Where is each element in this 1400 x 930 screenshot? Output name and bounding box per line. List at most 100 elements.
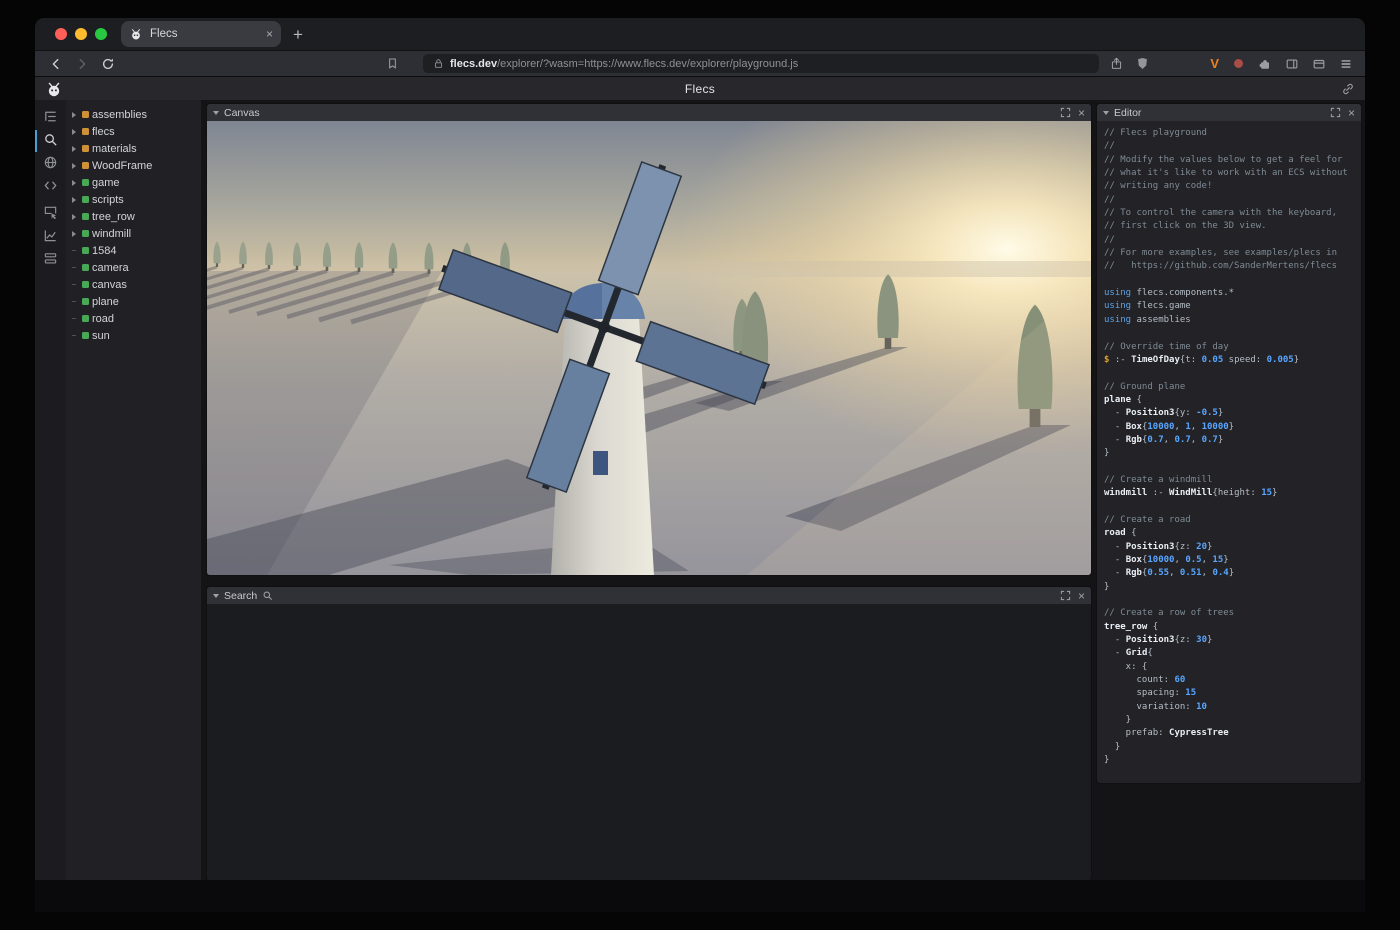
sidebar-item-code[interactable] bbox=[43, 178, 58, 193]
tree-item-flecs[interactable]: flecs bbox=[66, 123, 201, 140]
brave-vpn-button[interactable]: V bbox=[1210, 56, 1219, 71]
expand-caret-icon[interactable] bbox=[69, 212, 79, 222]
code-line bbox=[1104, 501, 1361, 514]
bookmark-icon[interactable] bbox=[383, 55, 401, 73]
expand-panel-icon[interactable] bbox=[1060, 107, 1071, 118]
window-controls bbox=[35, 28, 121, 40]
editor-panel-title: Editor bbox=[1114, 107, 1141, 119]
new-tab-button[interactable]: + bbox=[293, 26, 303, 43]
back-button[interactable] bbox=[47, 55, 65, 73]
close-panel-icon[interactable]: × bbox=[1078, 590, 1085, 602]
share-icon[interactable] bbox=[1107, 55, 1125, 73]
extension-badge-icon[interactable] bbox=[1232, 57, 1245, 70]
flecs-favicon bbox=[129, 27, 143, 41]
entity-square-icon bbox=[82, 298, 89, 305]
search-results-area[interactable] bbox=[207, 604, 1091, 880]
reload-button[interactable] bbox=[99, 55, 117, 73]
browser-tab-flecs[interactable]: Flecs × bbox=[121, 21, 281, 47]
menu-icon[interactable] bbox=[1339, 57, 1353, 71]
code-line: // Override time of day bbox=[1104, 341, 1361, 354]
collapse-caret-icon[interactable] bbox=[213, 594, 219, 598]
expand-caret-icon[interactable] bbox=[69, 127, 79, 137]
code-line: // bbox=[1104, 194, 1361, 207]
tree-item-label: windmill bbox=[92, 228, 131, 240]
code-line: } bbox=[1104, 581, 1361, 594]
code-line: - Position3{z: 20} bbox=[1104, 541, 1361, 554]
editor-code[interactable]: // Flecs playground//// Modify the value… bbox=[1097, 121, 1361, 768]
code-line: - Rgb{0.7, 0.7, 0.7} bbox=[1104, 434, 1361, 447]
module-square-icon bbox=[82, 162, 89, 169]
tab-bar: Flecs × + bbox=[35, 18, 1365, 50]
side-panel-icon[interactable] bbox=[1285, 57, 1299, 71]
tree-item-WoodFrame[interactable]: WoodFrame bbox=[66, 157, 201, 174]
leaf-dash-icon bbox=[69, 280, 79, 290]
code-line: // Create a row of trees bbox=[1104, 607, 1361, 620]
entity-square-icon bbox=[82, 315, 89, 322]
sidebar-item-world[interactable] bbox=[43, 155, 58, 170]
tree-item-label: tree_row bbox=[92, 211, 135, 223]
sidebar-item-inspector[interactable] bbox=[43, 205, 58, 220]
3d-viewport[interactable] bbox=[207, 121, 1091, 575]
tree-item-game[interactable]: game bbox=[66, 174, 201, 191]
tree-item-windmill[interactable]: windmill bbox=[66, 225, 201, 242]
code-line bbox=[1104, 367, 1361, 380]
expand-caret-icon[interactable] bbox=[69, 229, 79, 239]
desktop-background: Flecs × + bbox=[0, 0, 1400, 930]
code-line: variation: 10 bbox=[1104, 701, 1361, 714]
minimize-window-button[interactable] bbox=[75, 28, 87, 40]
extensions-icon[interactable] bbox=[1258, 57, 1272, 71]
wallet-icon[interactable] bbox=[1312, 57, 1326, 71]
code-line: road { bbox=[1104, 527, 1361, 540]
collapse-caret-icon[interactable] bbox=[1103, 111, 1109, 115]
code-line: windmill :- WindMill{height: 15} bbox=[1104, 487, 1361, 500]
code-line bbox=[1104, 327, 1361, 340]
tree-item-assemblies[interactable]: assemblies bbox=[66, 106, 201, 123]
close-panel-icon[interactable]: × bbox=[1078, 107, 1085, 119]
page-title: Flecs bbox=[35, 82, 1365, 96]
site-lock-icon bbox=[433, 58, 444, 69]
expand-panel-icon[interactable] bbox=[1060, 590, 1071, 601]
search-panel-header: Search × bbox=[207, 587, 1091, 604]
close-window-button[interactable] bbox=[55, 28, 67, 40]
expand-panel-icon[interactable] bbox=[1330, 107, 1341, 118]
tree-item-label: game bbox=[92, 177, 120, 189]
expand-caret-icon[interactable] bbox=[69, 110, 79, 120]
code-line: - Box{10000, 1, 10000} bbox=[1104, 421, 1361, 434]
expand-caret-icon[interactable] bbox=[69, 195, 79, 205]
sidebar-item-queries[interactable] bbox=[43, 132, 58, 147]
entity-square-icon bbox=[82, 264, 89, 271]
tree-item-road[interactable]: road bbox=[66, 310, 201, 327]
sidebar-item-stats[interactable] bbox=[43, 228, 58, 243]
code-line: // Modify the values below to get a feel… bbox=[1104, 154, 1361, 167]
tree-item-label: sun bbox=[92, 330, 110, 342]
tree-item-materials[interactable]: materials bbox=[66, 140, 201, 157]
code-line: - Rgb{0.55, 0.51, 0.4} bbox=[1104, 567, 1361, 580]
expand-caret-icon[interactable] bbox=[69, 178, 79, 188]
code-line: } bbox=[1104, 754, 1361, 767]
sidebar-item-entities[interactable] bbox=[43, 109, 58, 124]
tree-item-tree_row[interactable]: tree_row bbox=[66, 208, 201, 225]
zoom-window-button[interactable] bbox=[95, 28, 107, 40]
active-indicator bbox=[35, 130, 37, 152]
tab-close-icon[interactable]: × bbox=[266, 28, 273, 40]
code-line: // first click on the 3D view. bbox=[1104, 220, 1361, 233]
address-bar[interactable]: flecs.dev/explorer/?wasm=https://www.fle… bbox=[423, 54, 1099, 73]
expand-caret-icon[interactable] bbox=[69, 161, 79, 171]
close-panel-icon[interactable]: × bbox=[1348, 107, 1355, 119]
entity-square-icon bbox=[82, 196, 89, 203]
collapse-caret-icon[interactable] bbox=[213, 111, 219, 115]
forward-button[interactable] bbox=[73, 55, 91, 73]
tree-item-plane[interactable]: plane bbox=[66, 293, 201, 310]
permalink-icon[interactable] bbox=[1341, 82, 1355, 96]
expand-caret-icon[interactable] bbox=[69, 144, 79, 154]
brave-shield-icon[interactable] bbox=[1133, 55, 1151, 73]
entity-square-icon bbox=[82, 179, 89, 186]
sidebar-item-logs[interactable] bbox=[43, 251, 58, 266]
tree-item-1584[interactable]: 1584 bbox=[66, 242, 201, 259]
canvas-panel-header: Canvas × bbox=[207, 104, 1091, 121]
tree-item-canvas[interactable]: canvas bbox=[66, 276, 201, 293]
tree-item-sun[interactable]: sun bbox=[66, 327, 201, 344]
tree-item-camera[interactable]: camera bbox=[66, 259, 201, 276]
code-line: // bbox=[1104, 234, 1361, 247]
tree-item-scripts[interactable]: scripts bbox=[66, 191, 201, 208]
